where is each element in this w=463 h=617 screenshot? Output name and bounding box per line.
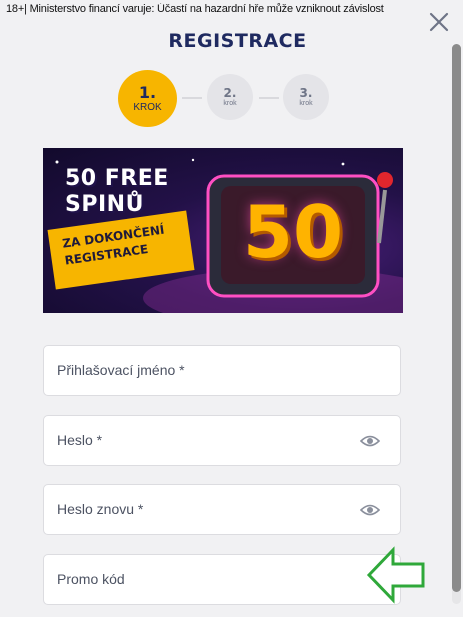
banner-headline: 50 FREE SPINŮ bbox=[65, 166, 215, 218]
banner-big-number: 50 bbox=[242, 190, 344, 274]
step-connector bbox=[182, 97, 202, 99]
step-1: 1. KROK bbox=[118, 70, 177, 127]
promo-code-field[interactable]: Promo kód bbox=[43, 554, 401, 605]
promo-banner: 50 FREE SPINŮ ZA DOKONČENÍ REGISTRACE 50 bbox=[43, 148, 403, 313]
password-field[interactable]: Heslo * bbox=[43, 415, 401, 466]
banner-headline-line1: 50 FREE bbox=[65, 166, 169, 191]
eye-icon[interactable] bbox=[359, 502, 381, 518]
password-repeat-placeholder: Heslo znovu * bbox=[57, 501, 144, 517]
step-2-label: krok bbox=[223, 100, 237, 107]
step-3: 3. krok bbox=[283, 74, 329, 120]
step-2-number: 2. bbox=[223, 86, 237, 100]
eye-icon[interactable] bbox=[359, 433, 381, 449]
password-repeat-field[interactable]: Heslo znovu * bbox=[43, 484, 401, 535]
username-field[interactable]: Přihlašovací jméno * bbox=[43, 345, 401, 396]
step-1-number: 1. bbox=[138, 83, 157, 102]
username-placeholder: Přihlašovací jméno * bbox=[57, 362, 185, 378]
step-connector bbox=[259, 97, 279, 99]
password-placeholder: Heslo * bbox=[57, 432, 103, 448]
step-3-number: 3. bbox=[299, 86, 313, 100]
step-3-label: krok bbox=[299, 100, 313, 107]
banner-headline-line2: SPINŮ bbox=[65, 192, 144, 217]
gambling-warning: 18+| Ministerstvo financí varuje: Účastí… bbox=[6, 3, 384, 15]
step-2: 2. krok bbox=[207, 74, 253, 120]
step-indicator: 1. KROK 2. krok 3. krok bbox=[0, 70, 463, 130]
arrow-left-icon bbox=[366, 546, 426, 604]
step-1-label: KROK bbox=[133, 102, 162, 113]
promo-code-placeholder: Promo kód bbox=[57, 571, 125, 587]
page-title: REGISTRACE bbox=[168, 30, 307, 52]
